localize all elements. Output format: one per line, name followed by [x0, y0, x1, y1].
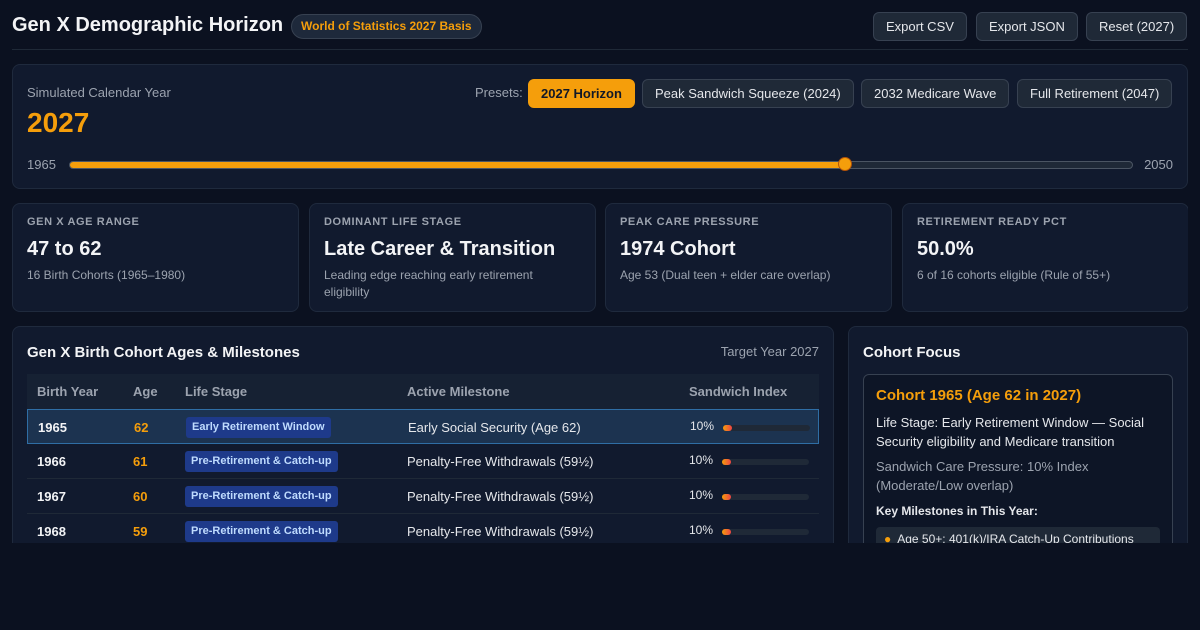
year-slider[interactable] [69, 157, 1133, 171]
stat-label: PEAK CARE PRESSURE [620, 216, 760, 228]
cell-age: 62 [134, 420, 149, 435]
focus-heading: Cohort 1965 (Age 62 in 2027) [876, 387, 1082, 404]
export-csv-button[interactable]: Export CSV [873, 12, 967, 41]
stat-card-care-pressure: PEAK CARE PRESSURE 1974 Cohort Age 53 (D… [605, 203, 892, 312]
cell-age: 61 [133, 454, 148, 469]
stat-subtext: 6 of 16 cohorts eligible (Rule of 55+) [917, 268, 1111, 282]
slider-max-label: 2050 [1144, 157, 1173, 172]
table-title: Gen X Birth Cohort Ages & Milestones [27, 344, 300, 361]
milestone-text: Age 50+: 401(k)/IRA Catch-Up Contributio… [897, 532, 1134, 543]
life-stage-badge: Pre-Retirement & Catch-up [185, 451, 338, 472]
sandwich-index-bar [722, 459, 809, 465]
table-row[interactable]: 1968 59 Pre-Retirement & Catch-up Penalty-F… [27, 514, 819, 543]
stat-label: DOMINANT LIFE STAGE [324, 216, 462, 228]
stat-value: 47 to 62 [27, 238, 102, 260]
cell-sandwich-index: 10% [689, 488, 714, 502]
sandwich-index-fill [722, 529, 731, 535]
focus-milestones-label: Key Milestones in This Year: [876, 504, 1038, 518]
target-year-label: Target Year 2027 [720, 344, 819, 359]
preset-peak-sandwich[interactable]: Peak Sandwich Squeeze (2024) [642, 79, 854, 108]
page-title: Gen X Demographic Horizon [12, 14, 284, 36]
cohort-table-panel: Gen X Birth Cohort Ages & Milestones Tar… [12, 326, 834, 543]
cell-sandwich-index: 10% [689, 453, 714, 467]
stat-subtext: Age 53 (Dual teen + elder care overlap) [620, 268, 831, 282]
cell-milestone: Early Social Security (Age 62) [408, 420, 581, 435]
focus-life-stage: Life Stage: Early Retirement Window — So… [876, 415, 1145, 449]
year-label: Simulated Calendar Year [27, 85, 171, 100]
stat-label: GEN X AGE RANGE [27, 216, 140, 228]
header-sandwich-index[interactable]: Sandwich Index [689, 384, 787, 399]
cell-age: 59 [133, 524, 148, 539]
slider-min-label: 1965 [27, 157, 56, 172]
focus-card: Cohort 1965 (Age 62 in 2027) Life Stage:… [863, 374, 1173, 543]
stat-label: RETIREMENT READY PCT [917, 216, 1067, 228]
stat-card-age-range: GEN X AGE RANGE 47 to 62 16 Birth Cohort… [12, 203, 299, 312]
focus-milestone-item: ● Age 50+: 401(k)/IRA Catch-Up Contributi… [876, 527, 1160, 543]
header-life-stage[interactable]: Life Stage [185, 384, 247, 399]
cell-milestone: Penalty-Free Withdrawals (59½) [407, 454, 594, 469]
reset-button[interactable]: Reset (2027) [1086, 12, 1188, 41]
preset-full-retirement[interactable]: Full Retirement (2047) [1017, 79, 1173, 108]
sandwich-index-fill [722, 494, 731, 500]
year-control-panel: Simulated Calendar Year 2027 Presets: 20… [12, 64, 1188, 189]
sandwich-index-bar [722, 529, 809, 535]
stat-value: Late Career & Transition [324, 238, 556, 260]
focus-care-pressure: Sandwich Care Pressure: 10% Index (Moder… [876, 459, 1089, 493]
cell-milestone: Penalty-Free Withdrawals (59½) [407, 524, 594, 539]
cell-milestone: Penalty-Free Withdrawals (59½) [407, 489, 594, 504]
life-stage-badge: Early Retirement Window [186, 417, 331, 438]
stat-card-life-stage: DOMINANT LIFE STAGE Late Career & Transi… [309, 203, 596, 312]
year-value: 2027 [27, 107, 90, 138]
table-body: 1965 62 Early Retirement Window Early Socia… [27, 409, 819, 543]
preset-medicare-wave[interactable]: 2032 Medicare Wave [861, 79, 1010, 108]
life-stage-badge: Pre-Retirement & Catch-up [185, 486, 338, 507]
cell-sandwich-index: 10% [690, 419, 715, 433]
cell-birth-year: 1966 [37, 454, 66, 469]
life-stage-badge: Pre-Retirement & Catch-up [185, 521, 338, 542]
app-root: Gen X Demographic Horizon World of Stati… [12, 0, 1188, 543]
export-json-button[interactable]: Export JSON [976, 12, 1078, 41]
focus-title: Cohort Focus [863, 344, 961, 361]
header: Gen X Demographic Horizon World of Stati… [12, 0, 1188, 50]
preset-2027-horizon[interactable]: 2027 Horizon [528, 79, 635, 108]
cell-birth-year: 1965 [38, 420, 67, 435]
sandwich-index-bar [723, 425, 810, 431]
cell-age: 60 [133, 489, 148, 504]
stat-card-retirement-ready: RETIREMENT READY PCT 50.0% 6 of 16 cohor… [902, 203, 1188, 312]
sandwich-index-fill [722, 459, 731, 465]
slider-thumb[interactable] [837, 157, 852, 171]
table-row[interactable]: 1966 61 Pre-Retirement & Catch-up Penalty-F… [27, 444, 819, 479]
sandwich-index-fill [723, 425, 732, 431]
stat-subtext: 16 Birth Cohorts (1965–1980) [27, 268, 186, 282]
stat-value: 50.0% [917, 238, 974, 260]
cell-birth-year: 1968 [37, 524, 66, 539]
table-row[interactable]: 1965 62 Early Retirement Window Early Socia… [27, 409, 819, 444]
basis-badge: World of Statistics 2027 Basis [291, 14, 482, 39]
cell-sandwich-index: 10% [689, 523, 714, 537]
sandwich-index-bar [722, 494, 809, 500]
stat-subtext: Leading edge reaching early retirement e… [324, 268, 533, 299]
milestone-bullet-icon: ● [884, 532, 892, 543]
slider-fill [70, 162, 845, 168]
table-header: Birth Year Age Life Stage Active Milesto… [27, 374, 819, 409]
header-age[interactable]: Age [133, 384, 158, 399]
presets-label: Presets: [475, 85, 523, 100]
table-row[interactable]: 1967 60 Pre-Retirement & Catch-up Penalty-F… [27, 479, 819, 514]
cell-birth-year: 1967 [37, 489, 66, 504]
header-birth-year[interactable]: Birth Year [37, 384, 98, 399]
cohort-focus-panel: Cohort Focus Cohort 1965 (Age 62 in 2027… [848, 326, 1188, 543]
stat-value: 1974 Cohort [620, 238, 736, 260]
header-milestone[interactable]: Active Milestone [407, 384, 510, 399]
